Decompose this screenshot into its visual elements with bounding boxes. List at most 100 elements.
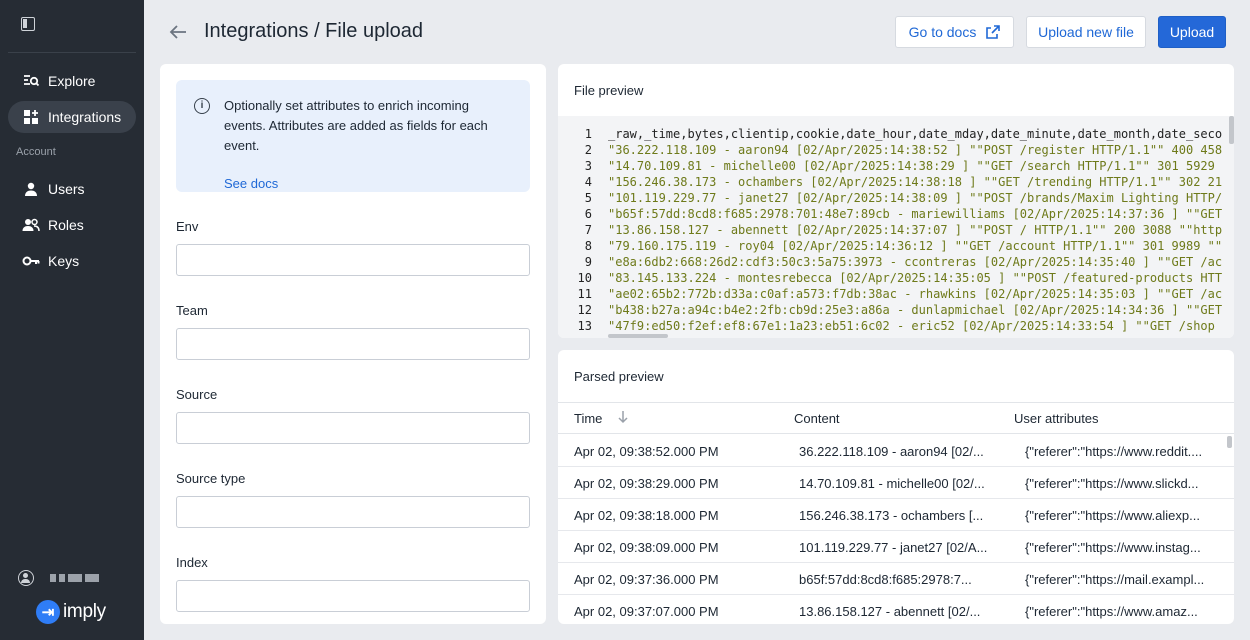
line-number: 3 (584, 159, 592, 173)
file-preview-code[interactable]: 1 _raw,_time,bytes,clientip,cookie,date_h… (558, 116, 1234, 338)
table-row[interactable]: Apr 02, 09:38:18.000 PM 156.246.38.173 -… (558, 499, 1234, 531)
table-header: Time Content User attributes (558, 402, 1234, 434)
file-preview-title: File preview (574, 83, 644, 98)
user-icon (22, 180, 40, 198)
logo-text: imply (63, 601, 106, 622)
sidebar-item-label: Users (48, 181, 85, 197)
line-number: 2 (584, 143, 592, 157)
attributes-cell: {"referer":"https://www.reddit.... (1025, 444, 1203, 459)
line-number: 11 (577, 287, 592, 301)
sort-descending-icon[interactable] (618, 410, 628, 427)
content-cell: 13.86.158.127 - abennett [02/... (799, 604, 981, 619)
table-row[interactable]: Apr 02, 09:37:07.000 PM 13.86.158.127 - … (558, 595, 1234, 624)
line-text: "156.246.38.173 - ochambers [02/Apr/2025… (608, 175, 1223, 189)
line-text: _raw,_time,bytes,clientip,cookie,date_ho… (608, 127, 1223, 141)
table-row[interactable]: Apr 02, 09:38:29.000 PM 14.70.109.81 - m… (558, 467, 1234, 499)
line-text: "e8a:6db2:668:26d2:cdf3:50c3:5a75:3973 -… (608, 255, 1223, 269)
line-number: 10 (577, 271, 592, 285)
sidebar: Explore Integrations Account Users Roles… (0, 0, 144, 640)
horizontal-scrollbar[interactable] (608, 334, 668, 338)
table-row[interactable]: Apr 02, 09:38:09.000 PM 101.119.229.77 -… (558, 531, 1234, 563)
team-label: Team (176, 303, 208, 318)
line-text: "79.160.175.119 - roy04 [02/Apr/2025:14:… (608, 239, 1223, 253)
upload-button[interactable]: Upload (1158, 16, 1226, 48)
column-header-user-attributes[interactable]: User attributes (1014, 411, 1099, 426)
code-line: 11 "ae02:65b2:772b:d33a:c0af:a573:f7db:38… (558, 286, 1223, 302)
back-arrow-icon[interactable] (168, 20, 190, 44)
attributes-cell: {"referer":"https://www.amaz... (1025, 604, 1198, 619)
index-field[interactable] (176, 580, 530, 612)
line-number: 1 (584, 127, 592, 141)
key-icon (22, 252, 40, 270)
content-cell: 14.70.109.81 - michelle00 [02/... (799, 476, 985, 491)
code-line: 2 "36.222.118.109 - aaron94 [02/Apr/2025:… (558, 142, 1222, 158)
table-row[interactable]: Apr 02, 09:37:36.000 PM b65f:57dd:8cd8:f… (558, 563, 1234, 595)
line-number: 4 (584, 175, 592, 189)
line-text: "13.86.158.127 - abennett [02/Apr/2025:1… (608, 223, 1223, 237)
line-number: 5 (584, 191, 592, 205)
table-scrollbar[interactable] (1227, 436, 1232, 448)
line-text: "36.222.118.109 - aaron94 [02/Apr/2025:1… (608, 143, 1223, 157)
code-line: 13 "47f9:ed50:f2ef:ef8:67e1:1a23:eb51:6c0… (558, 318, 1215, 334)
file-preview-panel: File preview 1 _raw,_time,bytes,clientip,… (558, 64, 1234, 338)
line-number: 8 (584, 239, 592, 253)
index-label: Index (176, 555, 208, 570)
env-label: Env (176, 219, 199, 234)
attributes-cell: {"referer":"https://mail.exampl... (1025, 572, 1205, 587)
see-docs-link[interactable]: See docs (224, 176, 278, 191)
go-to-docs-label: Go to docs (908, 24, 977, 40)
sidebar-item-label: Roles (48, 217, 84, 233)
time-cell: Apr 02, 09:38:52.000 PM (574, 444, 719, 459)
line-number: 9 (584, 255, 592, 269)
line-text: "101.119.229.77 - janet27 [02/Apr/2025:1… (608, 191, 1223, 205)
sidebar-item-explore[interactable]: Explore (8, 65, 136, 97)
sidebar-item-users[interactable]: Users (8, 173, 136, 205)
team-field[interactable] (176, 328, 530, 360)
content-cell: 101.119.229.77 - janet27 [02/A... (799, 540, 988, 555)
upload-new-file-button[interactable]: Upload new file (1026, 16, 1146, 48)
parsed-preview-panel: Parsed preview Time Content User attribu… (558, 350, 1234, 624)
code-line: 8 "79.160.175.119 - roy04 [02/Apr/2025:14… (558, 238, 1222, 254)
line-text: "47f9:ed50:f2ef:ef8:67e1:1a23:eb51:6c02 … (608, 319, 1215, 333)
sidebar-item-keys[interactable]: Keys (8, 245, 136, 277)
upload-new-file-label: Upload new file (1038, 24, 1134, 40)
line-text: "ae02:65b2:772b:d33a:c0af:a573:f7db:38ac… (608, 287, 1223, 301)
user-avatar-icon (18, 570, 34, 586)
info-callout: i Optionally set attributes to enrich in… (176, 80, 530, 192)
env-field[interactable] (176, 244, 530, 276)
go-to-docs-button[interactable]: Go to docs (895, 16, 1014, 48)
column-header-time[interactable]: Time (574, 411, 602, 426)
attributes-cell: {"referer":"https://www.instag... (1025, 540, 1201, 555)
line-number: 13 (577, 319, 592, 333)
info-icon: i (194, 98, 210, 114)
source-field[interactable] (176, 412, 530, 444)
sidebar-item-roles[interactable]: Roles (8, 209, 136, 241)
attributes-form: i Optionally set attributes to enrich in… (160, 64, 546, 624)
attributes-cell: {"referer":"https://www.aliexp... (1025, 508, 1200, 523)
code-line: 4 "156.246.38.173 - ochambers [02/Apr/202… (558, 174, 1222, 190)
attributes-cell: {"referer":"https://www.slickd... (1025, 476, 1199, 491)
line-text: "b438:b27a:a94c:b4e2:2fb:cb9d:25e3:a86a … (608, 303, 1223, 317)
line-text: "14.70.109.81 - michelle00 [02/Apr/2025:… (608, 159, 1215, 173)
sidebar-section-account: Account (16, 146, 56, 158)
column-header-content[interactable]: Content (794, 411, 840, 426)
time-cell: Apr 02, 09:38:09.000 PM (574, 540, 719, 555)
line-number: 12 (577, 303, 592, 317)
code-line: 5 "101.119.229.77 - janet27 [02/Apr/2025:… (558, 190, 1222, 206)
code-line: 9 "e8a:6db2:668:26d2:cdf3:50c3:5a75:3973 … (558, 254, 1222, 270)
code-line: 6 "b65f:57dd:8cd8:f685:2978:701:48e7:89cb… (558, 206, 1222, 222)
user-menu[interactable] (18, 570, 99, 586)
source-type-field[interactable] (176, 496, 530, 528)
parsed-preview-title: Parsed preview (574, 369, 664, 384)
sidebar-toggle-icon[interactable] (21, 17, 35, 31)
sidebar-item-label: Integrations (48, 109, 122, 125)
sidebar-item-label: Keys (48, 253, 80, 269)
table-row[interactable]: Apr 02, 09:38:52.000 PM 36.222.118.109 -… (558, 435, 1234, 467)
vertical-scrollbar[interactable] (1229, 116, 1234, 144)
redacted-username (50, 574, 99, 582)
sidebar-item-integrations[interactable]: Integrations (8, 101, 136, 133)
imply-logo: ⇥ imply (36, 600, 106, 624)
roles-icon (22, 216, 40, 234)
explore-icon (22, 72, 40, 90)
code-line: 12 "b438:b27a:a94c:b4e2:2fb:cb9d:25e3:a86… (558, 302, 1223, 318)
